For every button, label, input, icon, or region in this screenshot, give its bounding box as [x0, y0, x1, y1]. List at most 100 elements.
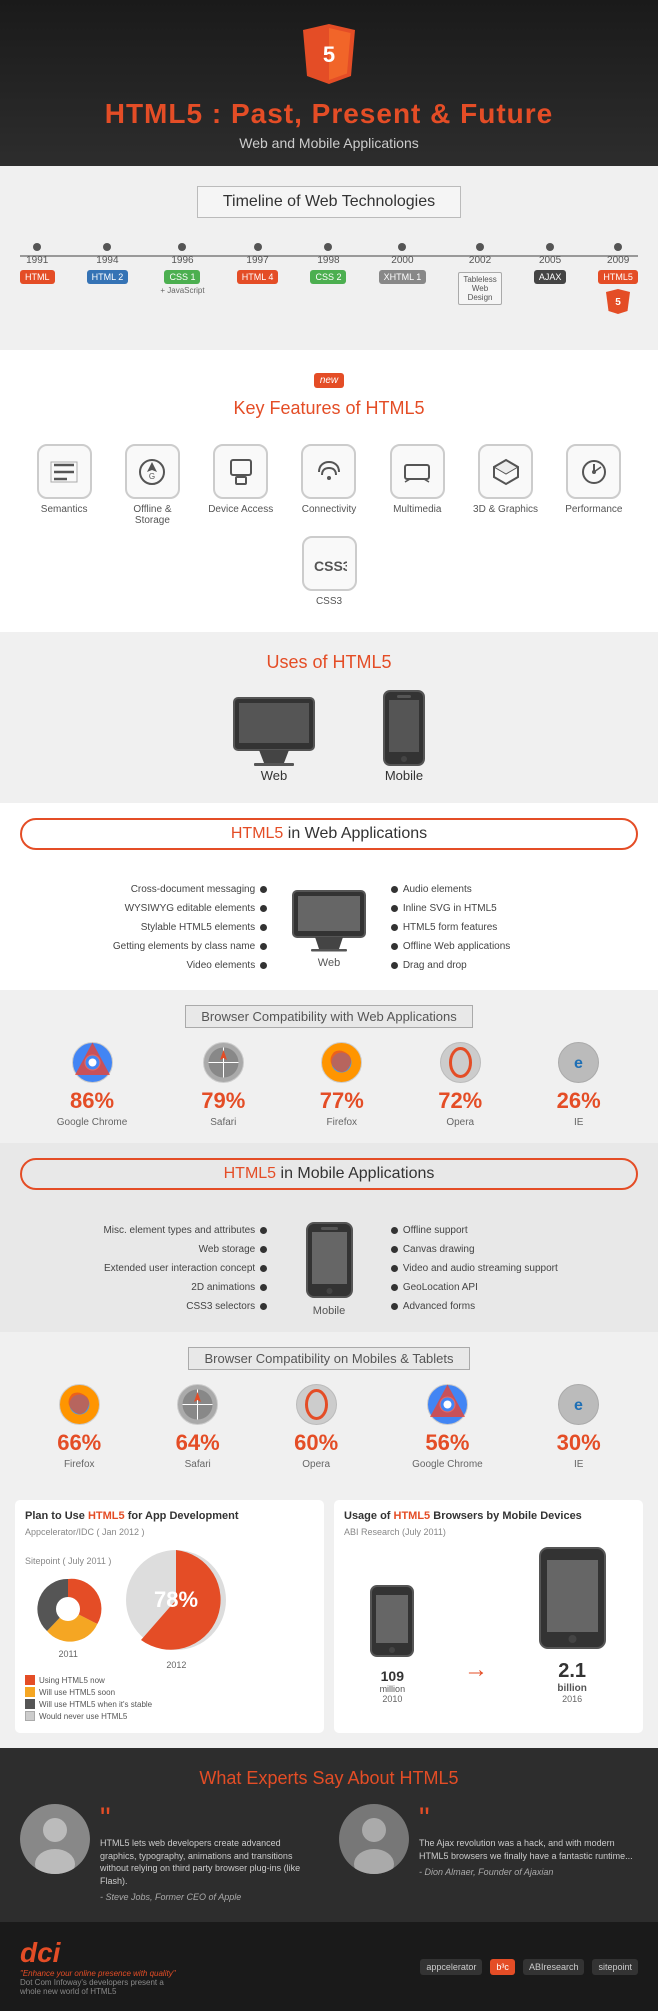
device-access-icon — [213, 444, 268, 499]
uses-title: Uses of HTML5 — [20, 652, 638, 673]
legend-color — [25, 1675, 35, 1685]
timeline-year: 1996 — [171, 255, 193, 266]
feature-dot — [260, 1303, 267, 1310]
feature-dot — [391, 1246, 398, 1253]
feature-offline-storage: G Offline & Storage — [117, 444, 187, 526]
mobile-browser-compat: Browser Compatibility on Mobiles & Table… — [0, 1332, 658, 1485]
timeline-tag-css2: CSS 2 — [310, 270, 346, 284]
browser-ie-mobile: e 30% IE — [556, 1382, 601, 1470]
expert-quote-container-jobs: " HTML5 lets web developers create advan… — [100, 1804, 319, 1902]
mobile-apps-title: HTML5 in Mobile Applications — [20, 1158, 638, 1190]
page-subtitle: Web and Mobile Applications — [10, 135, 648, 151]
feature-dot — [391, 1265, 398, 1272]
feature-item: Advanced forms — [391, 1297, 638, 1316]
mobile-apps-features: Misc. element types and attributes Web s… — [20, 1220, 638, 1317]
usage-phones: 109 million 2010 → 2.1 billion 2016 — [344, 1545, 633, 1704]
plan-box-title: Plan to Use HTML5 for App Development — [25, 1510, 314, 1522]
dion-portrait — [339, 1804, 409, 1874]
web-apps-right: Audio elements Inline SVG in HTML5 HTML5… — [391, 880, 638, 975]
expert-quote-text-jobs: HTML5 lets web developers create advance… — [100, 1837, 319, 1887]
browser-safari-mobile: 64% Safari — [175, 1382, 220, 1470]
feature-label: Multimedia — [393, 504, 441, 515]
svg-text:78%: 78% — [154, 1587, 198, 1612]
timeline-box-tableless: TablelessWebDesign — [458, 272, 501, 305]
feature-item: Offline support — [391, 1221, 638, 1240]
timeline-item-1996: 1996 CSS 1 + JavaScript — [160, 243, 204, 320]
feature-dot — [260, 1227, 267, 1234]
timeline-year: 1994 — [96, 255, 118, 266]
plan-source-2: Appcelerator/IDC ( Jan 2012 ) — [25, 1527, 314, 1537]
feature-dot — [391, 905, 398, 912]
feature-performance: Performance — [559, 444, 629, 526]
timeline-item-1991: 1991 HTML — [20, 243, 55, 320]
opera-mobile-icon — [294, 1382, 339, 1427]
expert-photo-dion — [339, 1804, 409, 1874]
partner-abiresearch: ABIresearch — [523, 1959, 585, 1975]
svg-text:5: 5 — [615, 297, 621, 308]
timeline-year: 2009 — [607, 255, 629, 266]
timeline-tag-html2: HTML 2 — [87, 270, 129, 284]
svg-text:CSS3: CSS3 — [314, 558, 347, 574]
web-apps-section: HTML5 in Web Applications Cross-document… — [0, 803, 658, 990]
feature-dot — [260, 924, 267, 931]
usage-box-title: Usage of HTML5 Browsers by Mobile Device… — [344, 1510, 633, 1522]
phone-2010-icon — [367, 1583, 417, 1663]
feature-dot — [260, 886, 267, 893]
timeline-items: 1991 HTML 1994 HTML 2 1996 CSS 1 + JavaS… — [20, 243, 638, 320]
footer-brand-tagline: "Enhance your online presence with quali… — [20, 1969, 176, 1978]
feature-dot — [391, 1303, 398, 1310]
browser-percent: 86% — [70, 1088, 114, 1114]
feature-dot — [391, 962, 398, 969]
feature-item: Offline Web applications — [391, 937, 638, 956]
web-browser-compat: Browser Compatibility with Web Applicati… — [0, 990, 658, 1143]
main-content: Timeline of Web Technologies 1991 HTML 1… — [0, 166, 658, 2011]
ie-mobile-icon: e — [556, 1382, 601, 1427]
pie-container: Sitepoint ( July 2011 ) 2011 — [25, 1545, 314, 1670]
phone-2016-icon — [535, 1545, 610, 1655]
expert-name-dion: - Dion Almaer, Founder of Ajaxian — [419, 1867, 638, 1877]
timeline-tag-html: HTML — [20, 270, 55, 284]
ie-icon: e — [556, 1040, 601, 1085]
feature-dot — [260, 1265, 267, 1272]
browser-name: Google Chrome — [57, 1117, 128, 1128]
timeline-dot — [33, 243, 41, 251]
usage-box: Usage of HTML5 Browsers by Mobile Device… — [334, 1500, 643, 1733]
footer-partners: appcelerator b³c ABIresearch sitepoint — [420, 1959, 638, 1975]
svg-text:G: G — [149, 472, 155, 481]
browser-name: Firefox — [326, 1117, 357, 1128]
feature-dot — [391, 1227, 398, 1234]
year-2011-label: 2011 — [25, 1649, 111, 1659]
legend-color — [25, 1687, 35, 1697]
feature-dot — [260, 905, 267, 912]
feature-item: Cross-document messaging — [20, 880, 267, 899]
uses-row: Web Mobile — [20, 688, 638, 783]
feature-dot — [260, 1284, 267, 1291]
partner-sitepoint: sitepoint — [592, 1959, 638, 1975]
timeline-container: 1991 HTML 1994 HTML 2 1996 CSS 1 + JavaS… — [20, 233, 638, 330]
pie-chart-2012: 78% — [121, 1545, 231, 1655]
chrome-mobile-icon — [425, 1382, 470, 1427]
expert-quote-container-dion: " The Ajax revolution was a hack, and wi… — [419, 1804, 638, 1902]
legend-text: Will use HTML5 when it's stable — [39, 1700, 152, 1709]
svg-text:e: e — [574, 1055, 583, 1072]
browser-percent: 26% — [557, 1088, 601, 1114]
feature-item: Inline SVG in HTML5 — [391, 899, 638, 918]
feature-device-access: Device Access — [206, 444, 276, 526]
timeline-tag-html4: HTML 4 — [237, 270, 279, 284]
html5-logo: 5 — [299, 20, 359, 88]
legend-item-3: Will use HTML5 when it's stable — [25, 1699, 314, 1709]
timeline-tag-css1: CSS 1 — [164, 270, 200, 284]
browser-firefox: 77% Firefox — [319, 1040, 364, 1128]
mobile-apps-right: Offline support Canvas drawing Video and… — [391, 1221, 638, 1316]
footer: dci "Enhance your online presence with q… — [0, 1922, 658, 2011]
feature-label: Device Access — [208, 504, 273, 515]
expert-dion: " The Ajax revolution was a hack, and wi… — [339, 1804, 638, 1902]
feature-dot — [260, 943, 267, 950]
feature-item: Canvas drawing — [391, 1240, 638, 1259]
timeline-year: 1998 — [317, 255, 339, 266]
browser-opera-mobile: 60% Opera — [294, 1382, 339, 1470]
uses-section: Uses of HTML5 Web Mobile — [0, 632, 658, 803]
phone-2010-unit: million — [367, 1684, 417, 1694]
quote-mark-jobs: " — [100, 1804, 319, 1834]
footer-left: dci "Enhance your online presence with q… — [20, 1937, 176, 1996]
